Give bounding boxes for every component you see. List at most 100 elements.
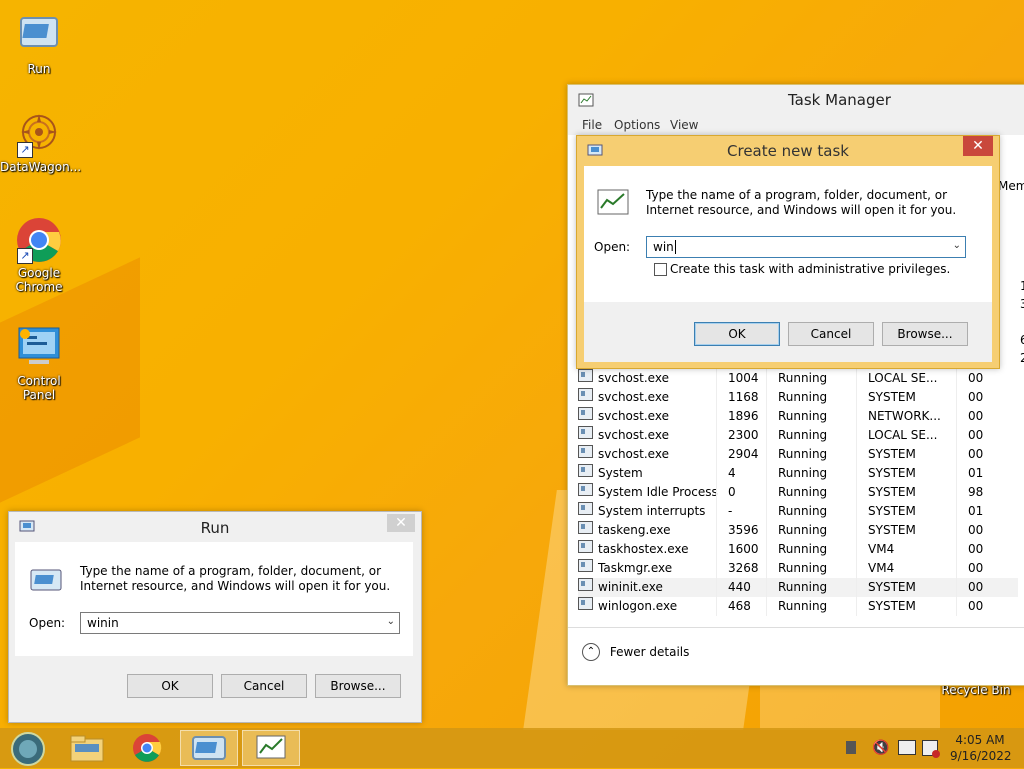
process-row[interactable]: svchost.exe 1004 Running LOCAL SE... 00 — [578, 369, 1018, 388]
process-row[interactable]: svchost.exe 1896 Running NETWORK... 00 — [578, 407, 1018, 426]
run-dialog: Run ✕ Type the name of a program, folder… — [8, 511, 422, 723]
chrome-icon — [118, 734, 176, 769]
run-description: Type the name of a program, folder, docu… — [80, 564, 391, 593]
process-status: Running — [778, 542, 828, 556]
browse-button[interactable]: Browse... — [315, 674, 401, 698]
desktop-icon-label: Control Panel — [17, 374, 61, 402]
desktop-icon-datawagon[interactable]: ↗ DataWagon... — [0, 110, 82, 174]
ok-button[interactable]: OK — [127, 674, 213, 698]
close-button[interactable]: ✕ — [387, 514, 415, 532]
process-icon — [578, 521, 593, 534]
start-button[interactable] — [0, 730, 58, 766]
process-row[interactable]: wininit.exe 440 Running SYSTEM 00 — [578, 578, 1018, 597]
ok-button[interactable]: OK — [694, 322, 780, 346]
process-cpu: 00 — [968, 580, 984, 594]
desktop-icon-label: DataWagon... — [0, 160, 82, 174]
control-panel-icon — [15, 324, 63, 372]
process-user: SYSTEM — [868, 390, 916, 404]
process-user: LOCAL SE... — [868, 371, 938, 385]
process-cpu: 00 — [968, 523, 984, 537]
process-row[interactable]: System Idle Process 0 Running SYSTEM 98 — [578, 483, 1018, 502]
divider — [568, 627, 1024, 628]
process-cpu: 00 — [968, 599, 984, 613]
menu-view[interactable]: View — [670, 118, 698, 132]
process-icon — [578, 578, 593, 591]
process-cpu: 00 — [968, 428, 984, 442]
process-status: Running — [778, 523, 828, 537]
process-cpu: 00 — [968, 390, 984, 404]
cancel-button[interactable]: Cancel — [788, 322, 874, 346]
open-input[interactable]: win ⌄ — [646, 236, 966, 258]
process-pid: 468 — [728, 599, 751, 613]
run-icon — [181, 736, 237, 768]
speaker-muted-icon[interactable]: 🔇 — [872, 740, 889, 756]
process-user: SYSTEM — [868, 523, 916, 537]
process-row[interactable]: taskhostex.exe 1600 Running VM4 00 — [578, 540, 1018, 559]
chrome-taskbar-button[interactable] — [118, 730, 176, 766]
process-row[interactable]: taskeng.exe 3596 Running SYSTEM 00 — [578, 521, 1018, 540]
run-large-icon — [29, 568, 63, 595]
process-row[interactable]: svchost.exe 2300 Running LOCAL SE... 00 — [578, 426, 1018, 445]
menu-options[interactable]: Options — [614, 118, 660, 132]
process-cpu: 00 — [968, 447, 984, 461]
open-input[interactable]: winin ⌄ — [80, 612, 400, 634]
process-name: svchost.exe — [598, 428, 669, 442]
process-user: SYSTEM — [868, 580, 916, 594]
taskbar: 🔇 4:05 AM 9/16/2022 — [0, 728, 1024, 768]
process-icon — [578, 464, 593, 477]
process-row[interactable]: System 4 Running SYSTEM 01 — [578, 464, 1018, 483]
task-manager-icon — [243, 735, 299, 768]
process-icon — [578, 445, 593, 458]
column-divider — [766, 369, 767, 616]
process-name: Taskmgr.exe — [598, 561, 673, 575]
column-header-memory[interactable]: Mem — [998, 179, 1024, 193]
desktop-icon-control-panel[interactable]: Control Panel — [0, 324, 78, 402]
clock[interactable]: 4:05 AM 9/16/2022 — [950, 732, 1012, 764]
admin-checkbox[interactable] — [654, 263, 667, 276]
column-divider — [956, 369, 957, 616]
process-status: Running — [778, 390, 828, 404]
process-name: svchost.exe — [598, 447, 669, 461]
process-pid: 3596 — [728, 523, 759, 537]
chevron-up-icon: ⌃ — [582, 643, 600, 661]
task-manager-title: Task Manager — [788, 91, 891, 109]
task-manager-large-icon — [596, 188, 630, 221]
content-panel — [584, 166, 992, 302]
process-row[interactable]: svchost.exe 1168 Running SYSTEM 00 — [578, 388, 1018, 407]
process-row[interactable]: Taskmgr.exe 3268 Running VM4 00 — [578, 559, 1018, 578]
chevron-down-icon[interactable]: ⌄ — [953, 240, 961, 251]
open-input-value: win — [653, 240, 674, 254]
desktop-icon-run[interactable]: Run — [0, 12, 78, 76]
process-pid: 1168 — [728, 390, 759, 404]
process-pid: 1600 — [728, 542, 759, 556]
process-row[interactable]: svchost.exe 2904 Running SYSTEM 00 — [578, 445, 1018, 464]
run-taskbar-button[interactable] — [180, 730, 238, 766]
process-row[interactable]: System interrupts - Running SYSTEM 01 — [578, 502, 1018, 521]
browse-button[interactable]: Browse... — [882, 322, 968, 346]
process-icon — [578, 483, 593, 496]
chevron-down-icon[interactable]: ⌄ — [387, 616, 395, 627]
column-divider — [856, 369, 857, 616]
content-panel — [15, 542, 413, 656]
action-center-icon[interactable] — [846, 741, 856, 754]
chrome-icon: ↗ — [15, 216, 63, 264]
desktop-icon-chrome[interactable]: ↗ Google Chrome — [0, 216, 78, 294]
task-manager-taskbar-button[interactable] — [242, 730, 300, 766]
process-cpu: 00 — [968, 542, 984, 556]
process-cpu: 00 — [968, 561, 984, 575]
create-task-titlebar: Create new task ✕ — [577, 136, 999, 166]
admin-checkbox-label: Create this task with administrative pri… — [670, 262, 951, 276]
process-icon — [578, 559, 593, 572]
fewer-details-button[interactable]: ⌃ Fewer details — [582, 643, 689, 663]
open-label: Open: — [594, 240, 631, 254]
process-row[interactable]: winlogon.exe 468 Running SYSTEM 00 — [578, 597, 1018, 616]
folder-icon — [58, 735, 116, 769]
process-name: taskhostex.exe — [598, 542, 689, 556]
cancel-button[interactable]: Cancel — [221, 674, 307, 698]
close-button[interactable]: ✕ — [963, 136, 993, 156]
flag-alert-icon[interactable] — [922, 740, 940, 758]
menu-file[interactable]: File — [582, 118, 602, 132]
network-icon[interactable] — [898, 740, 916, 755]
file-explorer-taskbar-button[interactable] — [58, 730, 116, 766]
run-body: Type the name of a program, folder, docu… — [15, 542, 413, 716]
